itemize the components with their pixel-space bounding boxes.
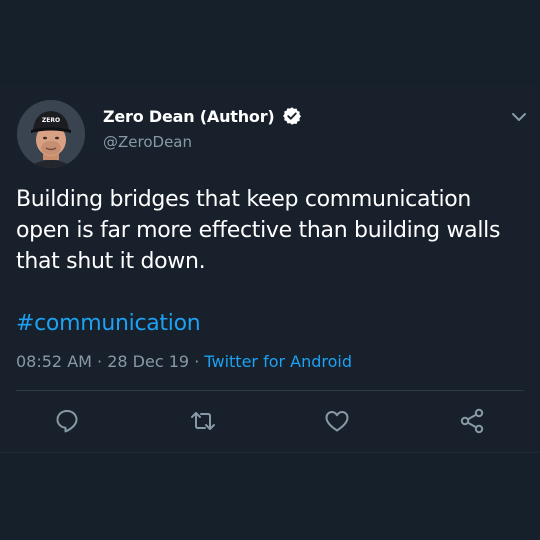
author-name[interactable]: Zero Dean (Author) [103, 107, 275, 126]
screenshot-page: ZERO Zero Dean (Author) @ZeroDean Buildi… [0, 0, 540, 540]
tweet-text: Building bridges that keep communication… [16, 184, 524, 277]
bottom-background [0, 452, 540, 540]
meta-separator: · [97, 352, 103, 371]
reply-icon[interactable] [53, 407, 81, 435]
avatar[interactable]: ZERO [17, 100, 85, 168]
meta-separator: · [194, 352, 200, 371]
tweet-text-line: Building bridges that keep communication [16, 187, 472, 212]
top-background [0, 0, 540, 84]
tweet-meta: 08:52 AM · 28 Dec 19 · Twitter for Andro… [16, 352, 352, 371]
avatar-cap-logo: ZERO [42, 117, 60, 124]
avatar-image: ZERO [17, 100, 85, 168]
heart-icon[interactable] [323, 407, 351, 435]
hashtag-link[interactable]: #communication [16, 311, 201, 336]
tweet-source-link[interactable]: Twitter for Android [204, 352, 352, 371]
retweet-icon[interactable] [189, 407, 217, 435]
tweet-text-line: that shut it down. [16, 249, 206, 274]
chevron-down-icon[interactable] [509, 109, 529, 125]
tweet-date: 28 Dec 19 [107, 352, 190, 371]
tweet-text-line: open is far more effective than building… [16, 218, 501, 243]
divider [16, 390, 524, 391]
share-icon[interactable] [458, 407, 486, 435]
author-handle[interactable]: @ZeroDean [103, 133, 192, 151]
verified-badge-icon [282, 106, 302, 126]
author-row: Zero Dean (Author) [103, 104, 302, 128]
tweet-time: 08:52 AM [16, 352, 92, 371]
